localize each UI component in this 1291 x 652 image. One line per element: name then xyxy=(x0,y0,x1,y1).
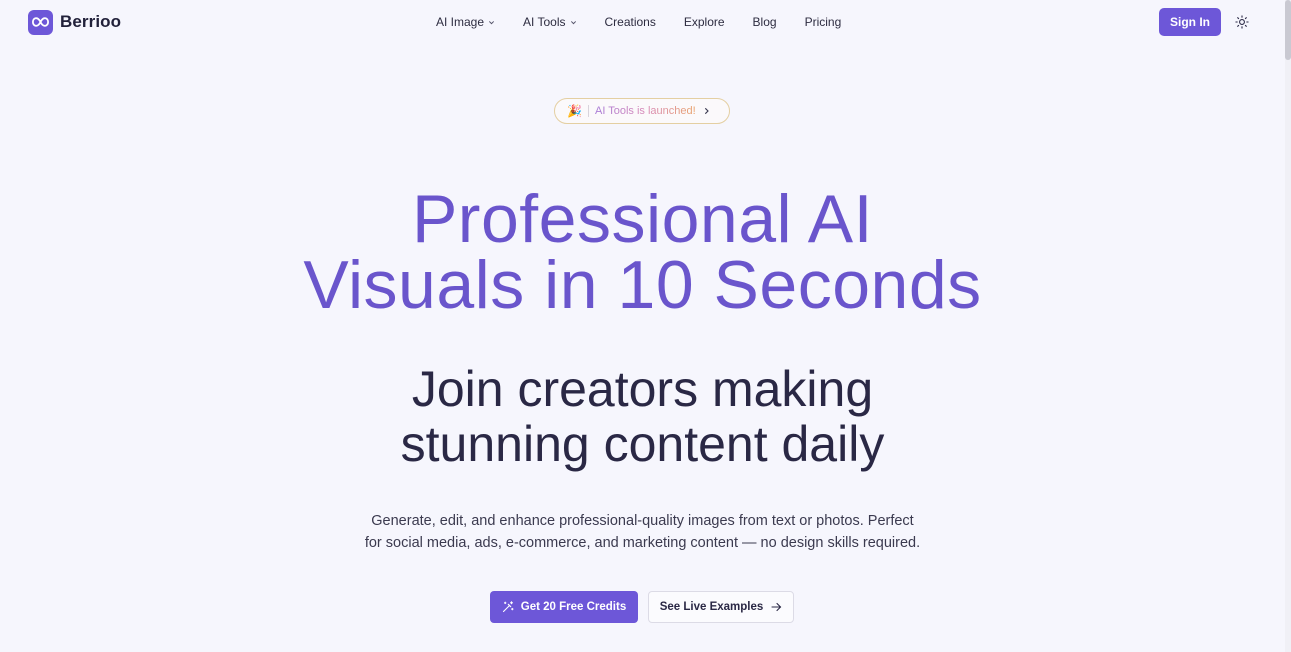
site-header: Berrioo AI Image AI Tools Creations Expl… xyxy=(0,0,1285,44)
hero-title-line: Professional AI xyxy=(411,181,874,257)
nav-item-ai-tools[interactable]: AI Tools xyxy=(523,15,576,29)
main-nav: AI Image AI Tools Creations Explore Blog xyxy=(436,14,841,30)
hero-subtitle: Join creators making stunning content da… xyxy=(0,362,1285,472)
nav-item-creations[interactable]: Creations xyxy=(605,15,656,29)
nav-item-label: Explore xyxy=(683,15,725,29)
hero-title: Professional AI Visuals in 10 Seconds xyxy=(0,185,1285,319)
nav-item-label: AI Tools xyxy=(523,15,566,29)
hero-subtitle-line: stunning content daily xyxy=(400,416,885,472)
hero-description-line: for social media, ads, e-commerce, and m… xyxy=(364,535,921,551)
hero-subtitle-line: Join creators making xyxy=(411,361,874,417)
magic-wand-icon xyxy=(502,601,514,613)
infinity-icon xyxy=(28,9,53,35)
nav-item-label: Pricing xyxy=(804,15,842,29)
badge-divider xyxy=(588,105,589,117)
nav-item-blog[interactable]: Blog xyxy=(753,15,777,29)
sign-in-button[interactable]: Sign In xyxy=(1159,8,1221,36)
sun-icon[interactable] xyxy=(1235,15,1249,29)
party-popper-icon: 🎉 xyxy=(567,104,582,118)
see-live-examples-label: See Live Examples xyxy=(659,601,764,613)
hero-title-line: Visuals in 10 Seconds xyxy=(303,247,982,323)
scrollbar-thumb[interactable] xyxy=(1285,0,1291,60)
hero-description-line: Generate, edit, and enhance professional… xyxy=(371,513,914,529)
nav-item-label: AI Image xyxy=(436,15,485,29)
nav-item-label: Creations xyxy=(604,15,656,29)
logo-text: Berrioo xyxy=(60,12,122,31)
hero-description: Generate, edit, and enhance professional… xyxy=(0,510,1285,554)
nav-item-label: Blog xyxy=(752,15,777,29)
announcement-badge[interactable]: 🎉 AI Tools is launched! xyxy=(554,98,730,124)
nav-item-ai-image[interactable]: AI Image xyxy=(436,15,495,29)
announcement-text: AI Tools is launched! xyxy=(595,105,696,117)
scrollbar[interactable] xyxy=(1285,0,1291,652)
see-live-examples-button[interactable]: See Live Examples xyxy=(648,591,794,623)
nav-item-explore[interactable]: Explore xyxy=(684,15,725,29)
chevron-down-icon xyxy=(489,20,495,24)
page: Berrioo AI Image AI Tools Creations Expl… xyxy=(0,0,1291,652)
nav-item-pricing[interactable]: Pricing xyxy=(805,15,842,29)
logo[interactable]: Berrioo xyxy=(28,9,121,35)
get-free-credits-label: Get 20 Free Credits xyxy=(520,601,627,613)
chevron-right-icon xyxy=(704,107,709,115)
chevron-down-icon xyxy=(570,20,576,24)
get-free-credits-button[interactable]: Get 20 Free Credits xyxy=(490,591,638,623)
arrow-right-icon xyxy=(771,602,782,612)
